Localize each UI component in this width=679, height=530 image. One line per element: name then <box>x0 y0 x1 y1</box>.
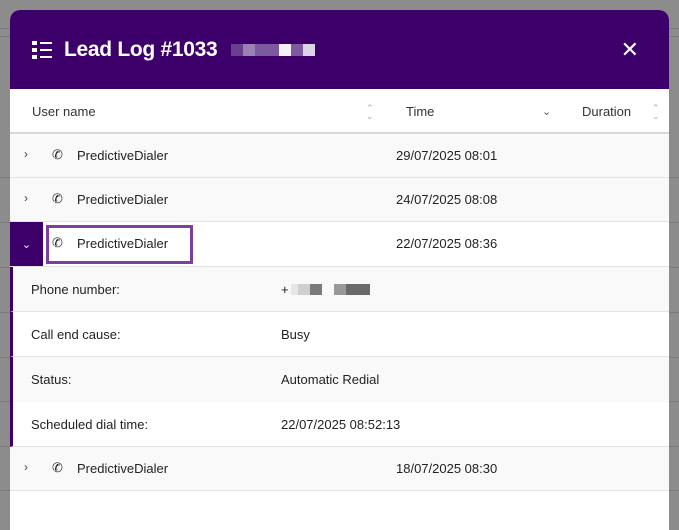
time: 18/07/2025 08:30 <box>396 461 498 476</box>
table-row[interactable]: › ✆ PredictiveDialer 24/07/2025 08:08 <box>10 178 669 222</box>
detail-value: 22/07/2025 08:52:13 <box>281 417 401 432</box>
column-label: Time <box>406 104 435 119</box>
chevron-right-icon[interactable]: › <box>24 191 28 205</box>
sort-icon[interactable]: ⌃ ⌄ <box>366 89 374 134</box>
column-duration[interactable]: Duration <box>582 89 631 134</box>
user-name: PredictiveDialer <box>77 461 169 476</box>
close-icon[interactable]: ✕ <box>621 37 639 63</box>
phone-outgoing-icon: ✆ <box>52 191 63 206</box>
column-label: Duration <box>582 104 632 119</box>
detail-label: Status: <box>31 372 72 387</box>
detail-value: + <box>281 282 370 298</box>
redacted-text <box>231 43 316 56</box>
phone-outgoing-icon: ✆ <box>52 147 63 162</box>
sort-icon[interactable]: ⌃ ⌄ <box>652 89 660 134</box>
dialog-header: Lead Log #1033 ✕ <box>10 10 669 89</box>
detail-call-end-cause: Call end cause: Busy <box>10 312 669 357</box>
column-user-name[interactable]: User name <box>32 89 96 134</box>
table-row[interactable]: › ✆ PredictiveDialer 18/07/2025 08:30 <box>10 447 669 491</box>
time: 24/07/2025 08:08 <box>396 192 498 207</box>
user-name: PredictiveDialer <box>77 192 169 207</box>
redacted-phone <box>290 283 370 298</box>
list-icon <box>32 40 52 59</box>
user-name: PredictiveDialer <box>77 236 169 251</box>
lead-log-dialog: Lead Log #1033 ✕ User name ⌃ ⌄ Time ⌄ Dur… <box>10 10 669 530</box>
chevron-right-icon[interactable]: › <box>24 460 28 474</box>
user-name: PredictiveDialer <box>77 148 169 163</box>
phone-outgoing-icon: ✆ <box>52 235 63 250</box>
dialog-title: Lead Log #1033 <box>64 37 218 61</box>
detail-value: Automatic Redial <box>281 372 380 387</box>
table-row[interactable]: › ✆ PredictiveDialer 29/07/2025 08:01 <box>10 134 669 178</box>
detail-status: Status: Automatic Redial <box>10 357 669 402</box>
table-header: User name ⌃ ⌄ Time ⌄ Duration ⌃ ⌄ <box>10 89 669 134</box>
detail-value: Busy <box>281 327 310 342</box>
detail-label: Scheduled dial time: <box>31 417 149 432</box>
chevron-right-icon[interactable]: › <box>24 147 28 161</box>
phone-prefix: + <box>281 282 289 297</box>
time: 29/07/2025 08:01 <box>396 148 498 163</box>
column-time[interactable]: Time <box>406 89 434 134</box>
column-label: User name <box>32 104 96 119</box>
detail-scheduled-dial-time: Scheduled dial time: 22/07/2025 08:52:13 <box>10 402 669 447</box>
table-row-expanded[interactable]: ⌄ ✆ PredictiveDialer 22/07/2025 08:36 <box>10 222 669 267</box>
detail-label: Phone number: <box>31 282 120 297</box>
detail-label: Call end cause: <box>31 327 121 342</box>
chevron-down-icon[interactable]: ⌄ <box>10 222 43 266</box>
sort-desc-icon[interactable]: ⌄ <box>542 89 551 134</box>
phone-outgoing-icon: ✆ <box>52 460 63 475</box>
time: 22/07/2025 08:36 <box>396 236 498 251</box>
detail-phone-number: Phone number: + <box>10 267 669 312</box>
